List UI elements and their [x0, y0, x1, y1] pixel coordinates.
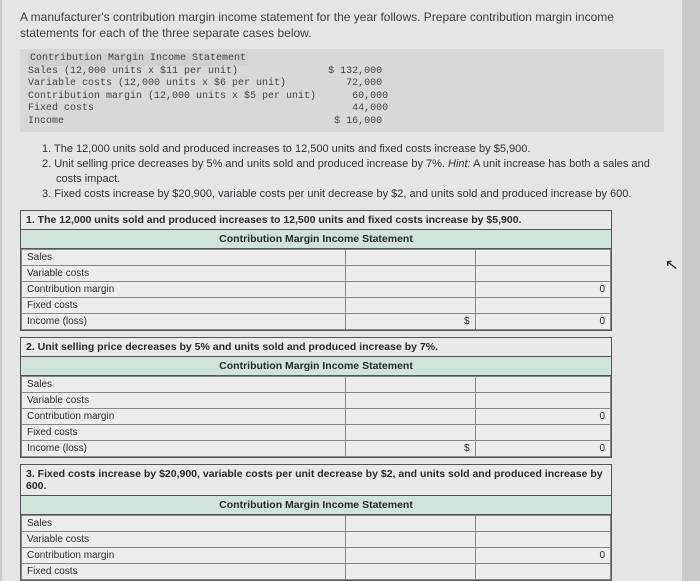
case-3-table: Sales Variable costs Contribution margin…: [21, 515, 611, 580]
c2-var-label: Variable costs: [22, 392, 346, 408]
c2-inc-label: Income (loss): [22, 440, 346, 456]
c2-inc-in1[interactable]: $: [345, 440, 475, 456]
c1-var-label: Variable costs: [22, 265, 346, 281]
c3-var-label: Variable costs: [22, 531, 346, 547]
c2-cm-label: Contribution margin: [22, 408, 346, 424]
c2-fixed-label: Fixed costs: [22, 424, 346, 440]
given-income-value: $ 16,000: [334, 116, 382, 127]
given-statement: Contribution Margin Income Statement Sal…: [20, 49, 664, 132]
case-3-text: 3. Fixed costs increase by $20,900, vari…: [56, 187, 664, 202]
given-sales-value: $ 132,000: [328, 66, 382, 77]
c2-inc-in2[interactable]: 0: [475, 440, 610, 456]
c2-cm-in2[interactable]: 0: [475, 408, 610, 424]
c2-fixed-in1[interactable]: [345, 424, 475, 440]
c3-sales-in2[interactable]: [475, 515, 610, 531]
problem-prompt: A manufacturer's contribution margin inc…: [20, 10, 664, 41]
c2-var-in2[interactable]: [475, 392, 610, 408]
c3-cm-in1[interactable]: [345, 547, 475, 563]
c1-var-in2[interactable]: [475, 265, 610, 281]
c1-cm-in2[interactable]: 0: [475, 281, 610, 297]
c1-sales-in1[interactable]: [345, 249, 475, 265]
case-1-block: 1. The 12,000 units sold and produced in…: [20, 210, 612, 331]
c3-sales-label: Sales: [22, 515, 346, 531]
c3-fixed-in2[interactable]: [475, 563, 610, 579]
given-cm-label: Contribution margin (12,000 units x $5 p…: [28, 91, 316, 102]
answer-area: 1. The 12,000 units sold and produced in…: [20, 210, 612, 581]
case-2-header: 2. Unit selling price decreases by 5% an…: [21, 338, 611, 357]
case-2-block: 2. Unit selling price decreases by 5% an…: [20, 337, 612, 458]
case-1-table: Sales Variable costs Contribution margin…: [21, 249, 611, 330]
c2-cm-in1[interactable]: [345, 408, 475, 424]
c3-cm-label: Contribution margin: [22, 547, 346, 563]
c1-inc-label: Income (loss): [22, 313, 346, 329]
case-list: 1. The 12,000 units sold and produced in…: [20, 142, 664, 201]
c1-var-in1[interactable]: [345, 265, 475, 281]
case-3-block: 3. Fixed costs increase by $20,900, vari…: [20, 464, 612, 581]
case-1-subhead: Contribution Margin Income Statement: [21, 230, 611, 249]
c1-fixed-in2[interactable]: [475, 297, 610, 313]
c1-cm-label: Contribution margin: [22, 281, 346, 297]
given-income-label: Income: [28, 116, 64, 127]
given-var-label: Variable costs (12,000 units x $6 per un…: [28, 78, 286, 89]
c3-fixed-in1[interactable]: [345, 563, 475, 579]
c3-var-in2[interactable]: [475, 531, 610, 547]
c1-sales-in2[interactable]: [475, 249, 610, 265]
c1-cm-in1[interactable]: [345, 281, 475, 297]
given-cm-value: 60,000: [352, 91, 388, 102]
c2-fixed-in2[interactable]: [475, 424, 610, 440]
c3-sales-in1[interactable]: [345, 515, 475, 531]
case-2-text: 2. Unit selling price decreases by 5% an…: [56, 157, 664, 187]
case-1-header: 1. The 12,000 units sold and produced in…: [21, 211, 611, 230]
c2-var-in1[interactable]: [345, 392, 475, 408]
case-2-table: Sales Variable costs Contribution margin…: [21, 376, 611, 457]
c1-fixed-label: Fixed costs: [22, 297, 346, 313]
case-2-subhead: Contribution Margin Income Statement: [21, 357, 611, 376]
c1-inc-in1[interactable]: $: [345, 313, 475, 329]
given-fixed-value: 44,000: [352, 103, 388, 114]
c3-cm-in2[interactable]: 0: [475, 547, 610, 563]
c2-sales-label: Sales: [22, 376, 346, 392]
given-var-value: 72,000: [346, 78, 382, 89]
given-fixed-label: Fixed costs: [28, 103, 94, 114]
c1-sales-label: Sales: [22, 249, 346, 265]
c2-sales-in2[interactable]: [475, 376, 610, 392]
c1-inc-in2[interactable]: 0: [475, 313, 610, 329]
given-title: Contribution Margin Income Statement: [28, 53, 248, 66]
c3-var-in1[interactable]: [345, 531, 475, 547]
case-3-header: 3. Fixed costs increase by $20,900, vari…: [21, 465, 611, 496]
c3-fixed-label: Fixed costs: [22, 563, 346, 579]
c2-sales-in1[interactable]: [345, 376, 475, 392]
worksheet: A manufacturer's contribution margin inc…: [2, 0, 682, 581]
c1-fixed-in1[interactable]: [345, 297, 475, 313]
cursor-icon: ↖: [663, 254, 679, 276]
case-3-subhead: Contribution Margin Income Statement: [21, 496, 611, 515]
case-1-text: 1. The 12,000 units sold and produced in…: [56, 142, 664, 157]
given-sales-label: Sales (12,000 units x $11 per unit): [28, 66, 238, 77]
